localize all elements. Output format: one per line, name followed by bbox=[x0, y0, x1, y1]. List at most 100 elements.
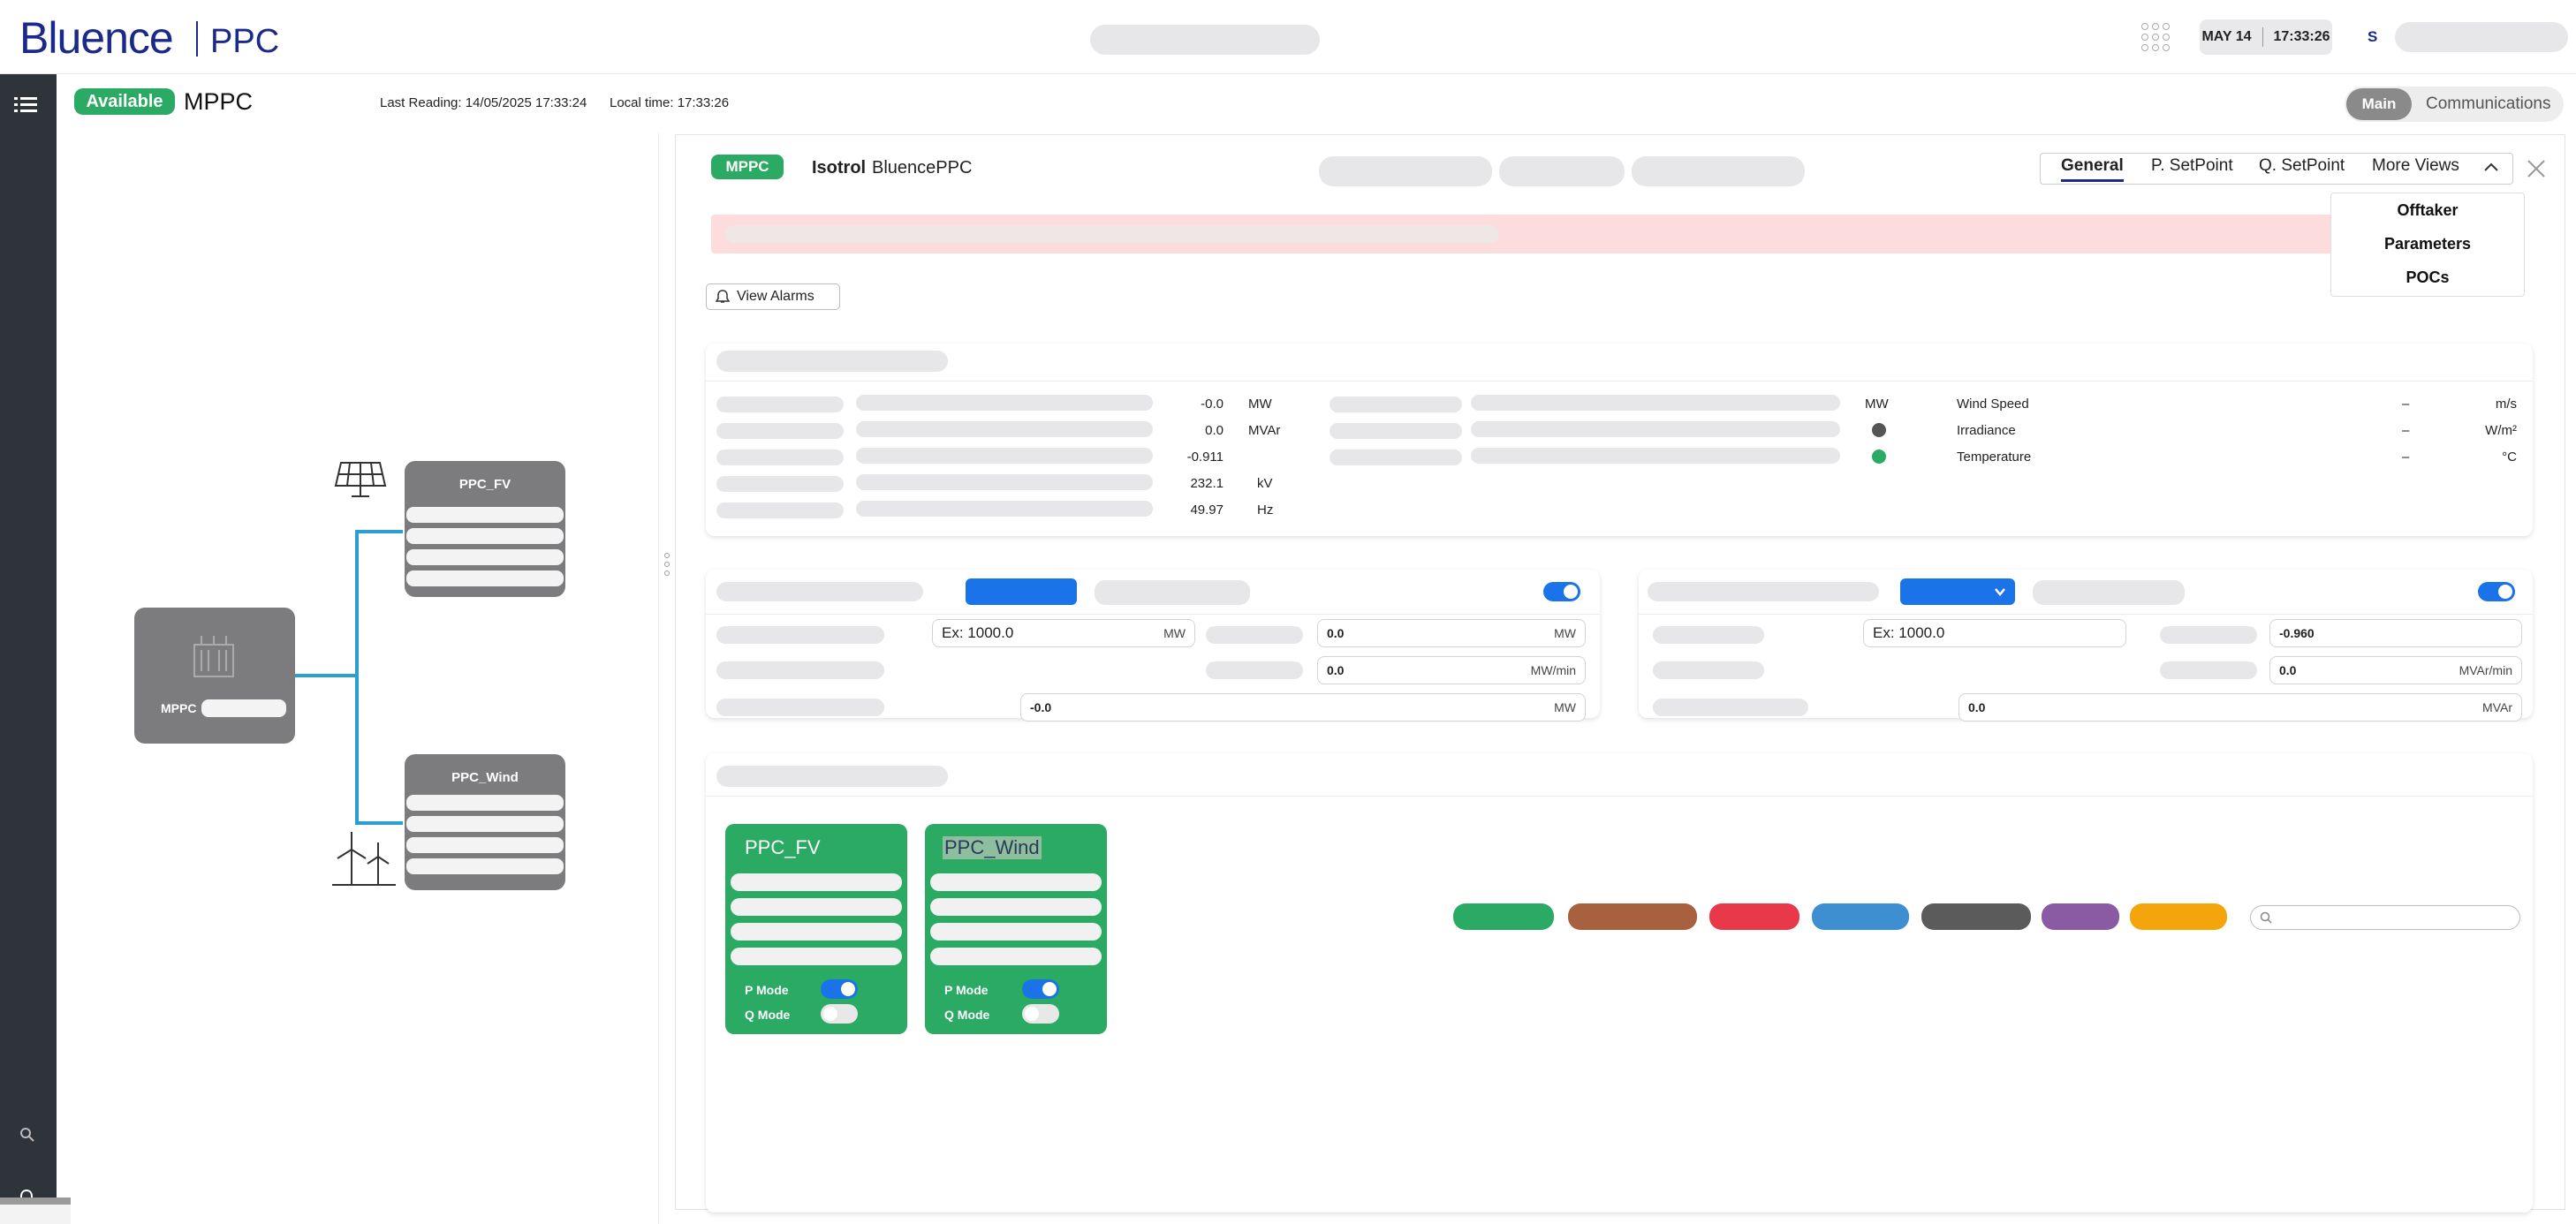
search-icon[interactable] bbox=[19, 1127, 35, 1143]
p-setpoint-unit: MW bbox=[1554, 626, 1576, 640]
apps-grid-icon[interactable] bbox=[2141, 23, 2170, 51]
panel-company: Isotrol bbox=[812, 158, 867, 178]
chevron-down-icon bbox=[1995, 588, 2005, 596]
filter-pill-orange[interactable] bbox=[2130, 903, 2227, 930]
ppc-card-row bbox=[731, 898, 902, 916]
filter-pill-red[interactable] bbox=[1709, 903, 1799, 930]
connector-line bbox=[355, 530, 403, 533]
q-mode-toggle[interactable] bbox=[821, 1004, 858, 1024]
local-time: Local time: 17:33:26 bbox=[610, 95, 730, 110]
node-ppc-fv[interactable]: PPC_FV bbox=[405, 461, 565, 597]
connector-line bbox=[355, 821, 403, 825]
meas-label bbox=[716, 450, 844, 465]
weather-unit: W/m² bbox=[2485, 423, 2517, 438]
weather-unit: °C bbox=[2502, 450, 2517, 465]
last-reading: Last Reading: 14/05/2025 17:33:24 bbox=[380, 95, 587, 110]
q-ramp-value[interactable]: 0.0 MVAr/min bbox=[2269, 656, 2522, 684]
field-label bbox=[1653, 626, 1764, 644]
p-control-toggle[interactable] bbox=[1543, 582, 1580, 601]
view-communications-button[interactable]: Communications bbox=[2426, 94, 2551, 114]
user-menu[interactable]: S bbox=[2357, 19, 2574, 55]
header-search-placeholder[interactable] bbox=[1090, 25, 1320, 55]
field-label bbox=[1653, 699, 1808, 716]
meas-value: -0.0 bbox=[1201, 397, 1224, 412]
p-mode-toggle[interactable] bbox=[821, 979, 858, 999]
resize-handle[interactable] bbox=[664, 553, 670, 579]
p-mode-label: P Mode bbox=[745, 983, 789, 997]
q-control-toggle[interactable] bbox=[2478, 582, 2515, 601]
ppc-card-name: PPC_FV bbox=[745, 836, 821, 858]
date-label: MAY 14 bbox=[2201, 29, 2252, 44]
date-time-chip: MAY 14 17:33:26 bbox=[2200, 19, 2332, 55]
tab-more-views[interactable]: More Views bbox=[2372, 156, 2459, 176]
meas-label bbox=[1330, 397, 1462, 412]
ppc-card-row bbox=[930, 873, 1102, 891]
node-ppc-wind[interactable]: PPC_Wind bbox=[405, 754, 565, 890]
status-dot bbox=[1872, 423, 1886, 437]
q-mode-select[interactable] bbox=[1900, 578, 2015, 605]
solar-panel-icon bbox=[334, 462, 387, 497]
menu-item-parameters[interactable]: Parameters bbox=[2331, 227, 2524, 261]
weather-value: – bbox=[2402, 450, 2410, 465]
ppc-card-wind[interactable]: PPC_Wind P Mode Q Mode bbox=[925, 824, 1107, 1034]
panel-info-placeholder bbox=[1499, 156, 1625, 186]
filter-pill-purple[interactable] bbox=[2042, 903, 2119, 930]
app-logo[interactable]: Bluence bbox=[19, 12, 174, 64]
p-ramp-value[interactable]: 0.0 MW/min bbox=[1317, 656, 1586, 684]
menu-item-pocs[interactable]: POCs bbox=[2331, 261, 2524, 294]
ppc-card-row bbox=[930, 948, 1102, 965]
ppc-search-input[interactable] bbox=[2250, 905, 2520, 930]
q-mode-secondary-button[interactable] bbox=[2033, 580, 2185, 605]
p-mode-button[interactable] bbox=[966, 578, 1077, 605]
q-setpoint-value[interactable]: -0.960 bbox=[2269, 619, 2522, 647]
meas-bar bbox=[1471, 421, 1840, 437]
ppc-card-row bbox=[930, 923, 1102, 941]
p-setpoint-value-text: 0.0 bbox=[1327, 626, 1345, 640]
p-current-value[interactable]: -0.0 MW bbox=[1020, 693, 1586, 722]
status-dot bbox=[1872, 450, 1886, 464]
q-current-unit: MVAr bbox=[2482, 700, 2512, 714]
filter-pill-blue[interactable] bbox=[1812, 903, 1909, 930]
close-icon[interactable] bbox=[2526, 158, 2547, 179]
menu-item-offtaker[interactable]: Offtaker bbox=[2331, 193, 2524, 227]
ppc-card-row bbox=[731, 948, 902, 965]
node-row bbox=[406, 858, 564, 874]
filter-pill-green[interactable] bbox=[1453, 903, 1554, 930]
p-setpoint-placeholder: Ex: 1000.0 bbox=[942, 624, 1014, 641]
meas-value: 0.0 bbox=[1205, 423, 1224, 438]
ppc-card-name: PPC_Wind bbox=[943, 836, 1042, 859]
menu-list-icon[interactable] bbox=[14, 95, 37, 115]
p-setpoint-value[interactable]: 0.0 MW bbox=[1317, 619, 1586, 647]
ppc-card-fv[interactable]: PPC_FV P Mode Q Mode bbox=[725, 824, 907, 1034]
user-initial: S bbox=[2368, 28, 2378, 45]
filter-pill-brown[interactable] bbox=[1568, 903, 1697, 930]
tab-p-setpoint[interactable]: P. SetPoint bbox=[2151, 156, 2233, 176]
panel-badge: MPPC bbox=[711, 155, 784, 179]
q-current-value[interactable]: 0.0 MVAr bbox=[1959, 693, 2522, 722]
p-mode-toggle[interactable] bbox=[1022, 979, 1059, 999]
q-ramp-value-text: 0.0 bbox=[2279, 663, 2297, 677]
status-bar: Available MPPC Last Reading: 14/05/2025 … bbox=[57, 74, 2576, 132]
card-title-placeholder bbox=[716, 766, 948, 787]
view-main-button[interactable]: Main bbox=[2346, 88, 2412, 120]
weather-label: Temperature bbox=[1957, 450, 2032, 465]
field-label bbox=[716, 699, 884, 716]
tab-q-setpoint[interactable]: Q. SetPoint bbox=[2259, 156, 2345, 176]
q-setpoint-input[interactable]: Ex: 1000.0 bbox=[1863, 619, 2126, 647]
meas-bar bbox=[856, 474, 1153, 490]
filter-pill-gray[interactable] bbox=[1921, 903, 2031, 930]
meas-label bbox=[1330, 423, 1462, 439]
logo-divider bbox=[196, 21, 198, 57]
q-mode-toggle[interactable] bbox=[1022, 1004, 1059, 1024]
view-alarms-button[interactable]: View Alarms bbox=[706, 283, 840, 310]
chevron-up-icon[interactable] bbox=[2483, 162, 2499, 172]
node-mppc[interactable]: MPPC bbox=[134, 608, 295, 744]
node-mppc-value bbox=[201, 699, 286, 717]
p-current-unit: MW bbox=[1554, 700, 1576, 714]
p-setpoint-input[interactable]: Ex: 1000.0 MW bbox=[932, 619, 1195, 647]
sidebar bbox=[0, 74, 57, 1224]
alert-banner bbox=[711, 215, 2390, 253]
tab-general[interactable]: General bbox=[2061, 156, 2124, 182]
p-mode-secondary-button[interactable] bbox=[1095, 580, 1250, 605]
panel-name: BluencePPC bbox=[872, 158, 973, 178]
